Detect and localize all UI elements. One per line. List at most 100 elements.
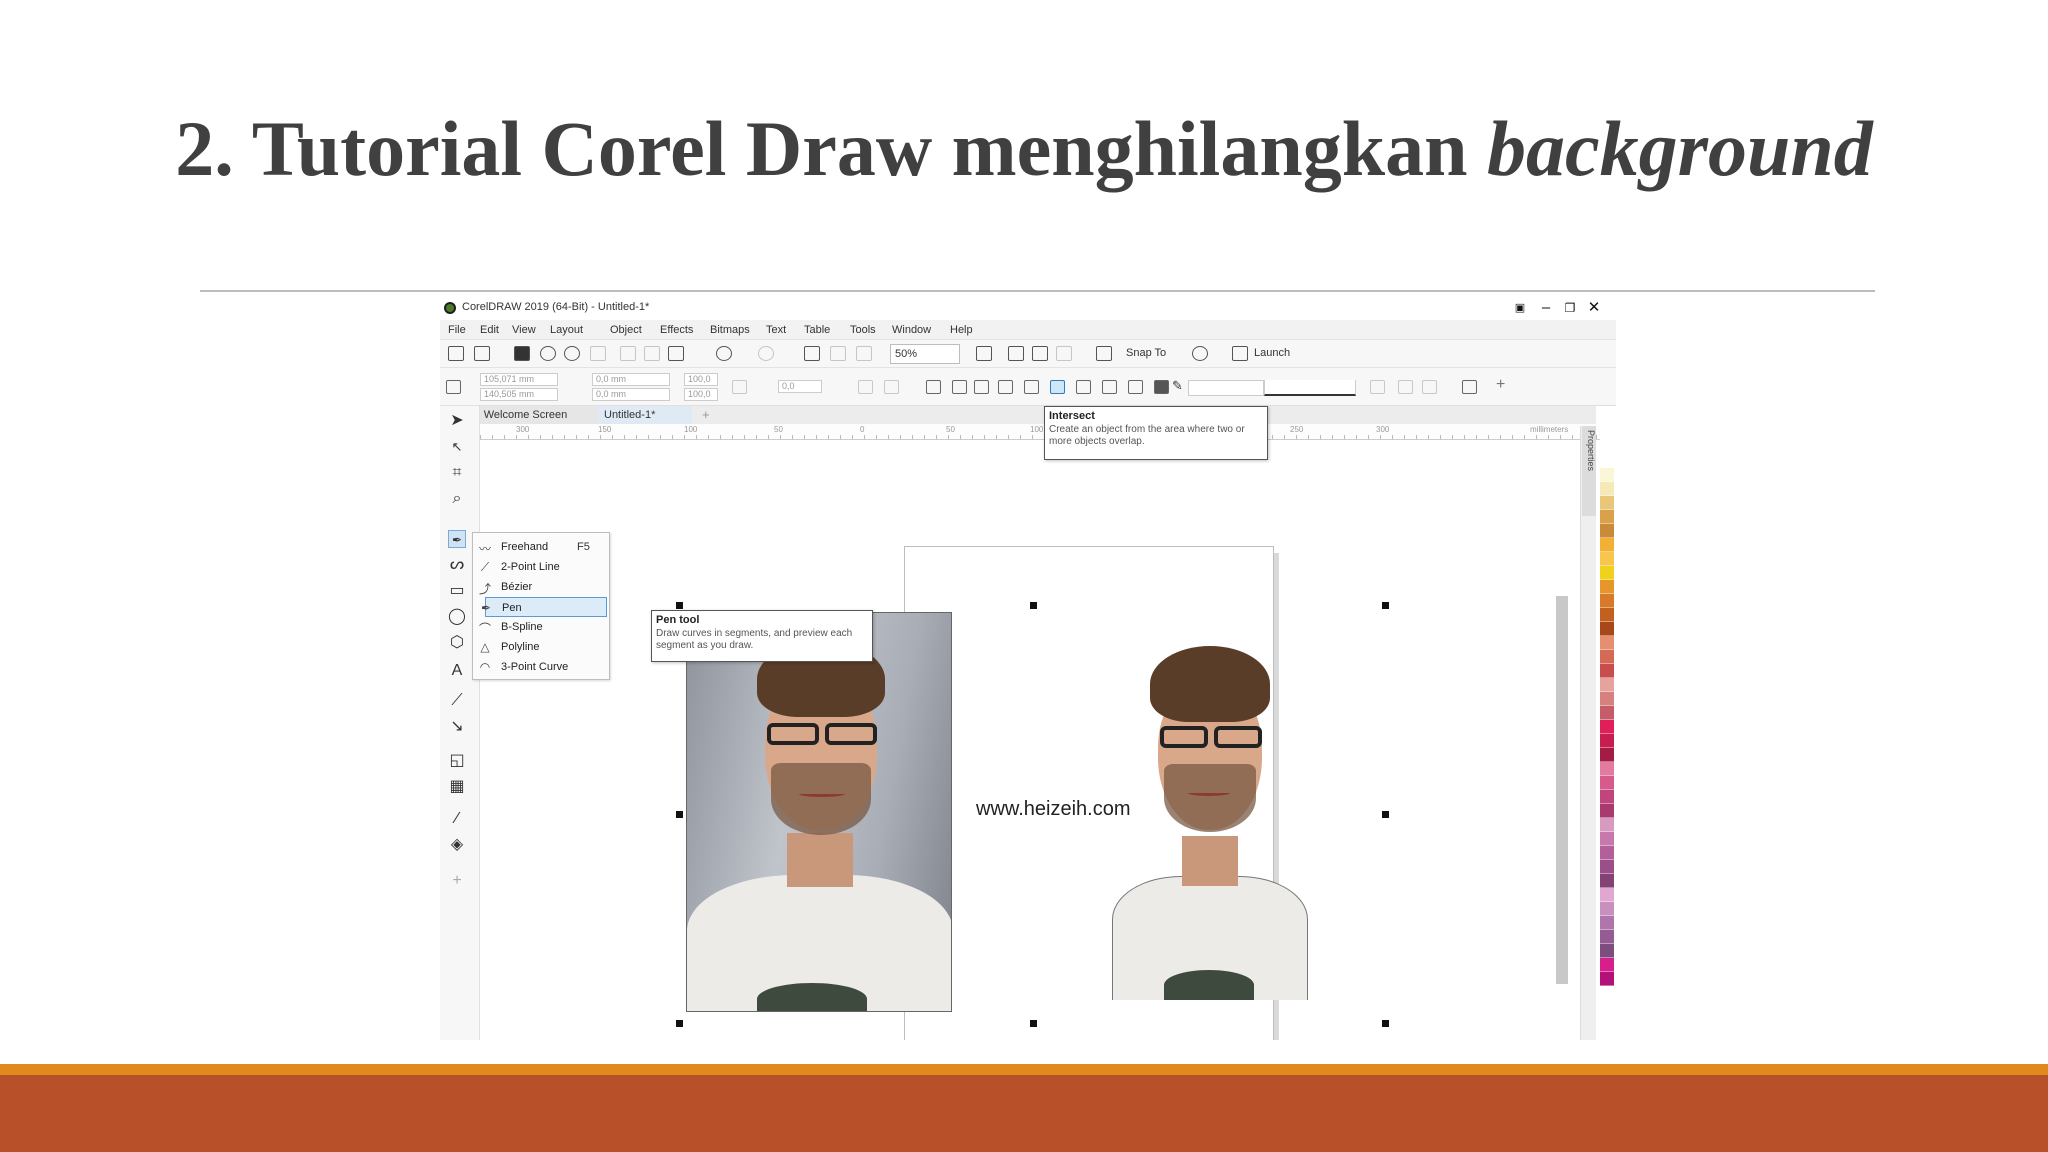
paste-icon[interactable] (668, 346, 684, 361)
group-icon[interactable] (974, 380, 989, 394)
tab-welcome-screen[interactable]: ⌂ Welcome Screen (468, 406, 598, 424)
full-screen-icon[interactable] (976, 346, 992, 361)
snap-to-dropdown[interactable]: Snap To (1126, 347, 1166, 359)
drop-shadow-icon[interactable]: ◱ (448, 752, 466, 770)
break-apart-icon[interactable] (952, 380, 967, 394)
color-swatch[interactable] (1600, 916, 1614, 930)
color-swatch[interactable] (1600, 552, 1614, 566)
color-swatch[interactable] (1600, 762, 1614, 776)
new-tab-icon[interactable]: + (702, 407, 710, 422)
user-icon[interactable]: ▣ (1510, 298, 1530, 318)
publish-pdf-icon[interactable] (856, 346, 872, 361)
crop-tool-icon[interactable]: ⌗ (448, 464, 466, 482)
color-swatch[interactable] (1600, 482, 1614, 496)
outline-pen-icon[interactable]: ✎ (1172, 378, 1187, 393)
zoom-level-select[interactable]: 50% (890, 344, 960, 364)
selection-handle[interactable] (1030, 1020, 1037, 1027)
to-front-icon[interactable] (1398, 380, 1413, 394)
shape-tool-icon[interactable]: ↖ (448, 438, 466, 456)
show-guidelines-icon[interactable] (1056, 346, 1072, 361)
export-icon[interactable] (830, 346, 846, 361)
color-swatch[interactable] (1600, 748, 1614, 762)
selection-handle[interactable] (1382, 602, 1389, 609)
polygon-tool-icon[interactable]: ⬡ (448, 634, 466, 652)
show-rulers-icon[interactable] (1008, 346, 1024, 361)
menu-view[interactable]: View (512, 324, 536, 336)
print-icon[interactable] (590, 346, 606, 361)
color-swatch[interactable] (1600, 650, 1614, 664)
color-swatch[interactable] (1600, 720, 1614, 734)
close-button[interactable]: ✕ (1584, 298, 1604, 318)
weld-icon[interactable] (998, 380, 1013, 394)
connector-tool-icon[interactable]: ↘ (448, 718, 466, 736)
launch-dropdown[interactable]: Launch (1254, 347, 1290, 359)
front-minus-back-icon[interactable] (1102, 380, 1117, 394)
redo-icon[interactable] (758, 346, 774, 361)
color-swatch[interactable] (1600, 860, 1614, 874)
selection-handle[interactable] (1382, 811, 1389, 818)
minimize-button[interactable]: – (1536, 298, 1556, 318)
color-swatch[interactable] (1600, 608, 1614, 622)
color-swatch[interactable] (1600, 846, 1614, 860)
simplify-icon[interactable] (1076, 380, 1091, 394)
color-swatch[interactable] (1600, 468, 1614, 482)
show-grid-icon[interactable] (1032, 346, 1048, 361)
flyout-item-2-point-line[interactable]: ⟋ 2-Point Line (473, 557, 609, 577)
color-swatch[interactable] (1600, 832, 1614, 846)
align-distribute-icon[interactable] (1462, 380, 1477, 394)
open-icon[interactable] (474, 346, 490, 361)
flyout-item-freehand[interactable]: 〰 Freehand F5 (473, 537, 609, 557)
color-swatch[interactable] (1600, 804, 1614, 818)
flyout-item-3-point-curve[interactable]: ◠ 3-Point Curve (473, 657, 609, 677)
color-swatch[interactable] (1600, 692, 1614, 706)
selection-handle[interactable] (676, 811, 683, 818)
menu-layout[interactable]: Layout (550, 324, 583, 336)
intersect-icon[interactable] (1050, 380, 1065, 394)
height-field[interactable]: 0,0 mm (592, 388, 670, 401)
cut-icon[interactable] (620, 346, 636, 361)
cutout-photo[interactable] (1112, 640, 1308, 1000)
options-gear-icon[interactable] (1192, 346, 1208, 361)
color-swatch[interactable] (1600, 580, 1614, 594)
flyout-item-b-spline[interactable]: ⌒ B-Spline (473, 617, 609, 637)
zoom-tool-icon[interactable]: ⌕ (448, 490, 466, 508)
eyedropper-icon[interactable]: ⁄ (448, 810, 466, 828)
snap-icon[interactable] (1096, 346, 1112, 361)
export-cloud-icon[interactable] (564, 346, 580, 361)
menu-table[interactable]: Table (804, 324, 830, 336)
selection-handle[interactable] (1030, 602, 1037, 609)
lock-ratio-icon[interactable] (732, 380, 747, 394)
color-swatch[interactable] (1600, 734, 1614, 748)
rotation-angle-field[interactable]: 0,0 (778, 380, 822, 393)
transparency-tool-icon[interactable]: ▦ (448, 778, 466, 796)
color-swatch[interactable] (1600, 538, 1614, 552)
mirror-horizontal-icon[interactable] (858, 380, 873, 394)
color-swatch[interactable] (1600, 944, 1614, 958)
menu-window[interactable]: Window (892, 324, 931, 336)
color-swatch[interactable] (1600, 664, 1614, 678)
flyout-item-bezier[interactable]: ⤴ Bézier (473, 577, 609, 597)
restore-button[interactable]: ❐ (1560, 298, 1580, 318)
menu-help[interactable]: Help (950, 324, 973, 336)
wrap-text-icon[interactable] (1370, 380, 1385, 394)
menu-edit[interactable]: Edit (480, 324, 499, 336)
menu-object[interactable]: Object (610, 324, 642, 336)
color-swatch[interactable] (1600, 888, 1614, 902)
color-swatch[interactable] (1600, 902, 1614, 916)
color-swatch[interactable] (1600, 524, 1614, 538)
object-origin-icon[interactable] (446, 380, 461, 394)
flyout-item-polyline[interactable]: △ Polyline (473, 637, 609, 657)
rectangle-tool-icon[interactable]: ▭ (448, 582, 466, 600)
menu-bitmaps[interactable]: Bitmaps (710, 324, 750, 336)
add-icon[interactable]: + (1496, 376, 1511, 393)
color-swatch[interactable] (1600, 622, 1614, 636)
text-tool-icon[interactable]: A (448, 662, 466, 680)
outline-style-select[interactable] (1264, 380, 1356, 396)
new-document-icon[interactable] (448, 346, 464, 361)
artistic-media-icon[interactable]: ᔕ (448, 556, 466, 574)
menu-file[interactable]: File (448, 324, 466, 336)
y-position-field[interactable]: 140,505 mm (480, 388, 558, 401)
color-swatch[interactable] (1600, 496, 1614, 510)
mirror-vertical-icon[interactable] (884, 380, 899, 394)
menu-tools[interactable]: Tools (850, 324, 876, 336)
